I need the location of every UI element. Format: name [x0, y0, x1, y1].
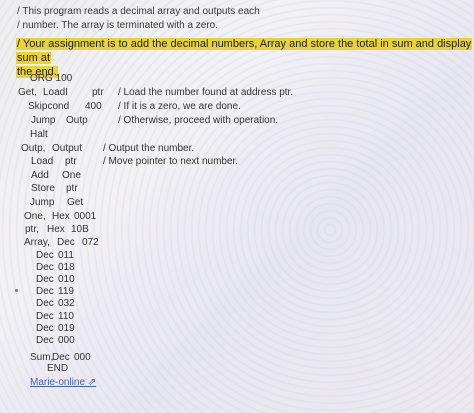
bullet-dot — [15, 289, 18, 292]
code-op-dec-4: Dec — [36, 286, 54, 297]
code-op-dec: Dec — [57, 237, 75, 248]
code-val-dec-4: 119 — [58, 286, 74, 297]
code-label-outp: Outp, — [21, 143, 46, 154]
intro-comment-line-2: / number. The array is terminated with a… — [17, 20, 219, 31]
code-op-dec-3: Dec — [36, 274, 54, 285]
code-end: END — [47, 363, 69, 374]
code-comment-output: / Output the number. — [103, 143, 195, 154]
code-op-jump-2: Jump — [30, 197, 55, 208]
code-op-dec-5: Dec — [36, 298, 54, 309]
code-op-halt: Halt — [30, 129, 48, 140]
code-val-dec-7: 019 — [58, 323, 75, 334]
code-op-loadi: LoadI — [43, 87, 69, 98]
code-op-dec-2: Dec — [36, 262, 54, 273]
code-arg-outp: Outp — [66, 115, 88, 126]
code-op-output: Output — [52, 143, 83, 154]
code-arg-get: Get — [67, 197, 84, 208]
code-val-dec-5: 032 — [58, 298, 75, 309]
code-op-dec-8: Dec — [36, 335, 54, 346]
intro-comment-line-1: / This program reads a decimal array and… — [17, 6, 260, 17]
code-val-dec-2: 018 — [58, 262, 75, 273]
code-val-sum: 000 — [74, 352, 91, 363]
code-val-dec-3: 010 — [58, 274, 75, 285]
code-comment-move: / Move pointer to next number. — [103, 156, 239, 167]
code-comment-load: / Load the number found at address ptr. — [118, 87, 294, 98]
code-label-get: Get, — [18, 87, 37, 98]
code-val-dec-8: 000 — [58, 335, 75, 346]
code-val-10b: 10B — [71, 224, 89, 235]
code-arg-400: 400 — [85, 101, 102, 112]
code-op-hex: Hex — [52, 211, 70, 222]
code-comment-otherwise: / Otherwise, proceed with operation. — [118, 115, 279, 126]
code-op-skipcond: Skipcond — [28, 101, 70, 112]
code-op-dec-7: Dec — [36, 323, 54, 334]
code-label-ptr: ptr, — [25, 224, 39, 235]
code-label-array: Array, — [24, 237, 50, 248]
code-label-one: One, — [24, 211, 46, 222]
code-op-load: Load — [31, 156, 54, 167]
marie-online-link[interactable]: Marie-online ⇗ — [30, 377, 96, 388]
code-op-add: Add — [31, 170, 49, 181]
code-op-store: Store — [31, 183, 55, 194]
code-val-dec-6: 110 — [58, 311, 74, 322]
code-val-072: 072 — [82, 237, 99, 248]
code-op-hex-2: Hex — [47, 224, 65, 235]
code-arg-one: One — [62, 170, 81, 181]
code-arg-ptr: ptr — [92, 87, 104, 98]
assignment-highlight: / Your assignment is to add the decimal … — [16, 37, 474, 79]
code-op-jump: Jump — [31, 115, 56, 126]
code-val-0001: 0001 — [74, 211, 97, 222]
code-val-dec-1: 011 — [58, 250, 74, 261]
code-op-dec-6: Dec — [36, 311, 54, 322]
code-op-dec-1: Dec — [36, 250, 54, 261]
assignment-line-1: / Your assignment is to add the decimal … — [16, 38, 473, 64]
code-org: ORG 100 — [30, 73, 73, 84]
code-comment-zero: / If it is a zero, we are done. — [118, 101, 241, 112]
code-arg-ptr-2: ptr — [65, 156, 77, 167]
code-arg-ptr-3: ptr — [66, 183, 78, 194]
